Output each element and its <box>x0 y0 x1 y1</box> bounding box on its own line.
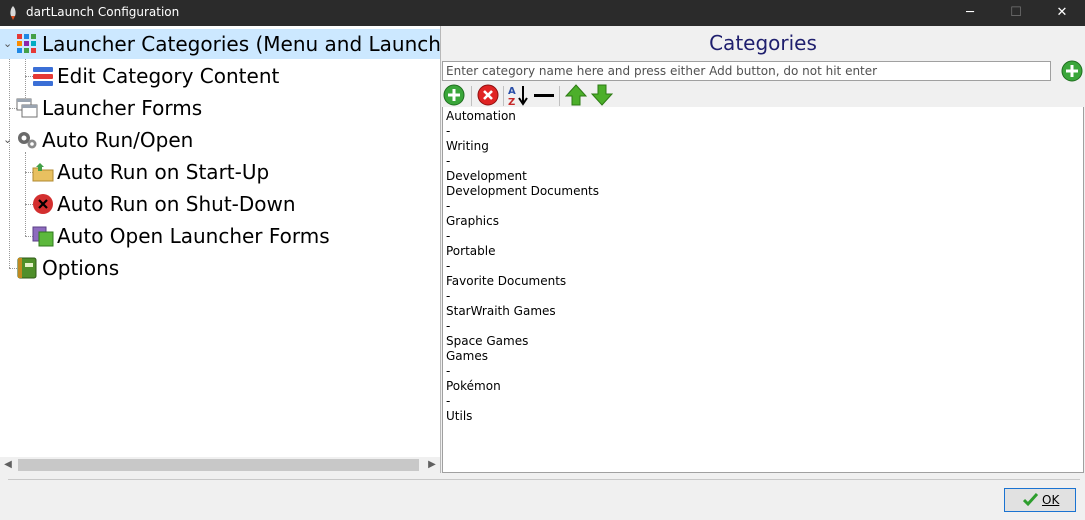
tree-item-options[interactable]: Options <box>0 253 440 283</box>
rocket-app-icon <box>10 6 16 20</box>
tree-item-label: Launcher Categories (Menu and Launcher) <box>42 32 470 56</box>
tree-item-label: Auto Open Launcher Forms <box>57 224 330 248</box>
tree-item-label: Auto Run/Open <box>42 128 194 152</box>
tree-item-label: Auto Run on Start-Up <box>57 160 270 184</box>
list-item[interactable]: Writing <box>446 139 489 153</box>
list-item[interactable]: - <box>446 199 450 213</box>
scrollbar-thumb[interactable] <box>18 459 419 471</box>
chevron-down-icon[interactable]: ⌄ <box>3 134 13 145</box>
svg-text:A: A <box>508 86 516 97</box>
tree-item-auto-open-launcher-forms[interactable]: Auto Open Launcher Forms <box>0 221 440 251</box>
sort-az-icon[interactable]: A Z <box>507 84 529 106</box>
list-item[interactable]: - <box>446 394 450 408</box>
maximize-button[interactable]: ☐ <box>993 0 1039 26</box>
list-item[interactable]: - <box>446 364 450 378</box>
title-bar: dartLaunch Configuration ─ ☐ ✕ <box>0 0 1085 26</box>
tree-item-auto-run-shut-down[interactable]: Auto Run on Shut-Down <box>0 189 440 219</box>
list-item[interactable]: Pokémon <box>446 379 501 393</box>
tree-item-label: Options <box>42 256 120 280</box>
options-book-icon <box>17 257 37 279</box>
list-item[interactable]: StarWraith Games <box>446 304 556 318</box>
list-item[interactable]: - <box>446 229 450 243</box>
move-up-arrow-icon[interactable] <box>565 84 587 106</box>
category-list[interactable]: Automation - Writing - Development Devel… <box>442 107 1084 473</box>
svg-text:Z: Z <box>508 97 515 106</box>
window-title: dartLaunch Configuration <box>26 5 180 19</box>
green-forms-icon <box>32 226 54 247</box>
tree-item-launcher-categories[interactable]: ⌄ Launcher Categories (Menu and Launcher… <box>0 29 469 59</box>
list-item[interactable]: Games <box>446 349 488 363</box>
checkmark-icon <box>1023 492 1038 507</box>
tree-item-auto-run-open[interactable]: ⌄ Auto Run/Open <box>0 125 440 155</box>
separator-line-icon[interactable] <box>533 84 555 106</box>
red-x-circle-icon <box>33 194 53 214</box>
list-item[interactable]: - <box>446 124 450 138</box>
move-down-arrow-icon[interactable] <box>591 84 613 106</box>
add-plus-icon[interactable] <box>443 84 465 106</box>
gears-icon <box>18 132 37 149</box>
list-item[interactable]: Automation <box>446 109 516 123</box>
tree-item-label: Auto Run on Shut-Down <box>57 192 296 216</box>
scroll-left-icon[interactable]: ◀ <box>0 457 16 473</box>
list-item[interactable]: - <box>446 319 450 333</box>
categories-title: Categories <box>709 31 817 55</box>
list-item[interactable]: - <box>446 154 450 168</box>
list-item[interactable]: Space Games <box>446 334 528 348</box>
category-name-input[interactable] <box>442 61 1051 81</box>
list-item[interactable]: Utils <box>446 409 472 423</box>
list-item[interactable]: Development <box>446 169 527 183</box>
list-item[interactable]: - <box>446 259 450 273</box>
stacked-bars-icon <box>33 67 53 86</box>
tree-item-edit-category-content[interactable]: Edit Category Content <box>0 61 440 91</box>
toolbar-separator <box>503 86 504 106</box>
categories-panel: Categories A Z Automation - Writing - De… <box>441 26 1085 473</box>
navigation-tree[interactable]: ⌄ Launcher Categories (Menu and Launcher… <box>0 26 469 473</box>
close-button[interactable]: ✕ <box>1039 0 1085 26</box>
tree-item-label: Edit Category Content <box>57 64 280 88</box>
folder-up-icon <box>32 163 54 182</box>
list-item[interactable]: - <box>446 289 450 303</box>
footer-divider <box>8 479 1080 480</box>
list-item[interactable]: Favorite Documents <box>446 274 566 288</box>
windows-icon <box>16 98 38 118</box>
minimize-button[interactable]: ─ <box>947 0 993 26</box>
list-item[interactable]: Graphics <box>446 214 499 228</box>
add-plus-icon[interactable] <box>1061 60 1083 82</box>
grid-icon <box>17 34 36 53</box>
chevron-down-icon[interactable]: ⌄ <box>3 38 13 49</box>
tree-item-auto-run-start-up[interactable]: Auto Run on Start-Up <box>0 157 440 187</box>
scroll-right-icon[interactable]: ▶ <box>424 457 440 473</box>
delete-x-icon[interactable] <box>477 84 499 106</box>
ok-button[interactable]: OK <box>1004 488 1076 512</box>
tree-item-launcher-forms[interactable]: Launcher Forms <box>0 93 440 123</box>
ok-button-label: OK <box>1042 493 1060 507</box>
tree-item-label: Launcher Forms <box>42 96 203 120</box>
toolbar-separator <box>471 86 472 106</box>
list-item[interactable]: Development Documents <box>446 184 599 198</box>
list-item[interactable]: Portable <box>446 244 495 258</box>
horizontal-scrollbar[interactable]: ◀ ▶ <box>0 457 440 473</box>
toolbar-separator <box>559 86 560 106</box>
